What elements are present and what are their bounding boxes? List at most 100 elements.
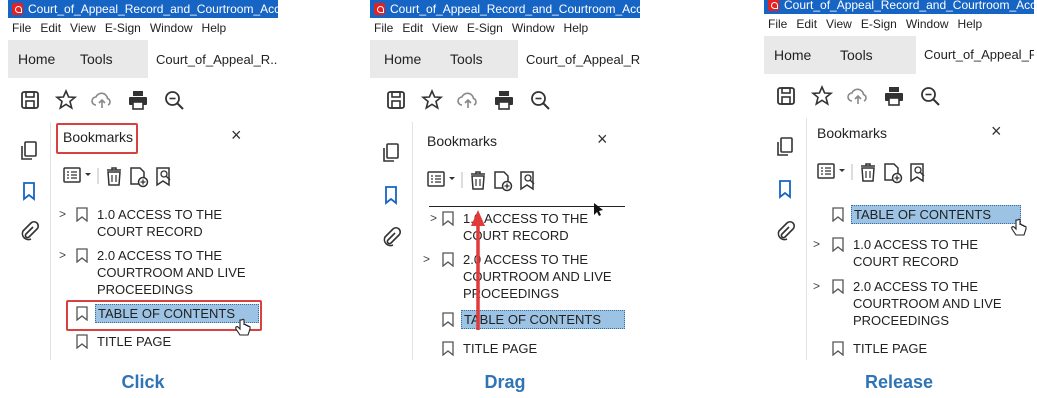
tab-bar: Home Tools Court_of_Appeal_R... (764, 36, 1034, 74)
menu-view[interactable]: View (70, 21, 96, 35)
zoom-icon[interactable] (162, 88, 186, 112)
navigation-sidebar (8, 122, 51, 360)
bookmarks-pane: Bookmarks × 1.0 ACCESS TO THE COURT RECO… (413, 122, 640, 360)
toolbar (370, 78, 640, 122)
window-title: Court_of_Appeal_Record_and_Courtroom_Acc… (784, 0, 1034, 12)
pdf-app-icon (12, 3, 23, 15)
tab-home[interactable]: Home (384, 40, 421, 78)
upload-cloud-icon[interactable] (456, 88, 480, 112)
acrobat-window: Court_of_Appeal_Record_and_Courtroom_Acc… (370, 0, 640, 360)
menu-edit[interactable]: Edit (40, 21, 61, 35)
bookmark-tools (817, 160, 967, 184)
menu-view[interactable]: View (432, 21, 458, 35)
panel-drag: Court_of_Appeal_Record_and_Courtroom_Acc… (370, 0, 640, 392)
save-icon[interactable] (774, 84, 798, 108)
expand-chevron-icon[interactable]: > (430, 211, 437, 225)
bookmark-label: 2.0 ACCESS TO THE COURTROOM AND LIVE PRO… (853, 279, 1002, 328)
pdf-app-icon (768, 0, 779, 11)
print-icon[interactable] (126, 88, 150, 112)
tab-home[interactable]: Home (18, 40, 55, 78)
attachment-icon[interactable] (380, 226, 402, 248)
tab-tools[interactable]: Tools (450, 40, 483, 78)
window-title: Court_of_Appeal_Record_and_Courtroom_Acc… (28, 2, 278, 16)
menu-window[interactable]: Window (512, 21, 555, 35)
upload-cloud-icon[interactable] (846, 84, 870, 108)
bookmark-panel-icon[interactable] (380, 184, 402, 206)
tab-document[interactable]: Court_of_Appeal_R...× (518, 40, 640, 78)
bookmark-icon (442, 211, 454, 226)
bookmark-panel-icon[interactable] (774, 178, 796, 200)
close-bookmarks-icon[interactable]: × (597, 129, 608, 150)
panel-release: Court_of_Appeal_Record_and_Courtroom_Acc… (764, 0, 1034, 392)
menu-help[interactable]: Help (958, 17, 983, 31)
menu-esign[interactable]: E-Sign (467, 21, 503, 35)
window-title: Court_of_Appeal_Record_and_Courtroom_Acc… (390, 2, 640, 16)
expand-chevron-icon[interactable]: > (813, 237, 820, 251)
tab-bar: Home Tools Court_of_Appeal_R...× (8, 40, 278, 78)
toolbar (764, 74, 1034, 118)
menu-esign[interactable]: E-Sign (861, 17, 897, 31)
bookmark-label: TABLE OF CONTENTS (851, 205, 1021, 224)
tab-document[interactable]: Court_of_Appeal_R... (916, 36, 1034, 74)
star-icon[interactable] (420, 88, 444, 112)
bookmark-label: 1.0 ACCESS TO THE COURT RECORD (97, 207, 222, 239)
menu-view[interactable]: View (826, 17, 852, 31)
bookmarks-title-highlight (56, 123, 138, 154)
bookmark-icon (76, 334, 88, 349)
tab-tools[interactable]: Tools (80, 40, 113, 78)
close-bookmarks-icon[interactable]: × (231, 125, 242, 146)
menu-bar: File Edit View E-Sign Window Help (8, 18, 278, 38)
expand-chevron-icon[interactable]: > (59, 207, 66, 221)
pages-icon[interactable] (774, 136, 796, 158)
zoom-icon[interactable] (918, 84, 942, 108)
navigation-sidebar (370, 122, 413, 360)
find-bookmark-icon (910, 163, 925, 183)
zoom-icon[interactable] (528, 88, 552, 112)
bookmark-icon (76, 248, 88, 263)
close-bookmarks-icon[interactable]: × (991, 121, 1002, 142)
step-caption: Release (864, 372, 934, 392)
bookmark-panel-icon[interactable] (18, 180, 40, 202)
bookmark-label: 1.0 ACCESS TO THE COURT RECORD (463, 211, 588, 243)
bookmarks-title: Bookmarks (817, 125, 888, 141)
menu-help[interactable]: Help (202, 21, 227, 35)
menu-file[interactable]: File (12, 21, 31, 35)
save-icon[interactable] (18, 88, 42, 112)
delete-bookmark-icon (861, 163, 875, 182)
bookmark-icon (832, 341, 844, 356)
expand-chevron-icon[interactable]: > (59, 248, 66, 262)
menu-help[interactable]: Help (564, 21, 589, 35)
menu-window[interactable]: Window (150, 21, 193, 35)
tab-document-label: Court_of_Appeal_R... (526, 52, 640, 67)
save-icon[interactable] (384, 88, 408, 112)
pages-icon[interactable] (380, 142, 402, 164)
star-icon[interactable] (810, 84, 834, 108)
options-menu-icon (63, 167, 91, 183)
menu-window[interactable]: Window (906, 17, 949, 31)
tab-home[interactable]: Home (774, 36, 811, 74)
upload-cloud-icon[interactable] (90, 88, 114, 112)
attachment-icon[interactable] (18, 220, 40, 242)
pages-icon[interactable] (18, 140, 40, 162)
expand-chevron-icon[interactable]: > (813, 279, 820, 293)
tab-tools[interactable]: Tools (840, 36, 873, 74)
menu-esign[interactable]: E-Sign (105, 21, 141, 35)
print-icon[interactable] (492, 88, 516, 112)
bookmark-icon (832, 279, 844, 294)
bookmark-tools (63, 164, 213, 188)
menu-edit[interactable]: Edit (402, 21, 423, 35)
attachment-icon[interactable] (774, 220, 796, 242)
print-icon[interactable] (882, 84, 906, 108)
menu-file[interactable]: File (374, 21, 393, 35)
pdf-app-icon (374, 3, 385, 15)
expand-chevron-icon[interactable]: > (423, 252, 430, 266)
menu-file[interactable]: File (768, 17, 787, 31)
bookmark-label: TITLE PAGE (853, 341, 928, 356)
bookmark-label: TITLE PAGE (97, 334, 172, 349)
menu-edit[interactable]: Edit (796, 17, 817, 31)
menu-bar: File Edit View E-Sign Window Help (764, 14, 1034, 34)
star-icon[interactable] (54, 88, 78, 112)
find-bookmark-icon (156, 167, 171, 187)
bookmark-icon (442, 312, 454, 327)
tab-document[interactable]: Court_of_Appeal_R...× (148, 40, 278, 78)
